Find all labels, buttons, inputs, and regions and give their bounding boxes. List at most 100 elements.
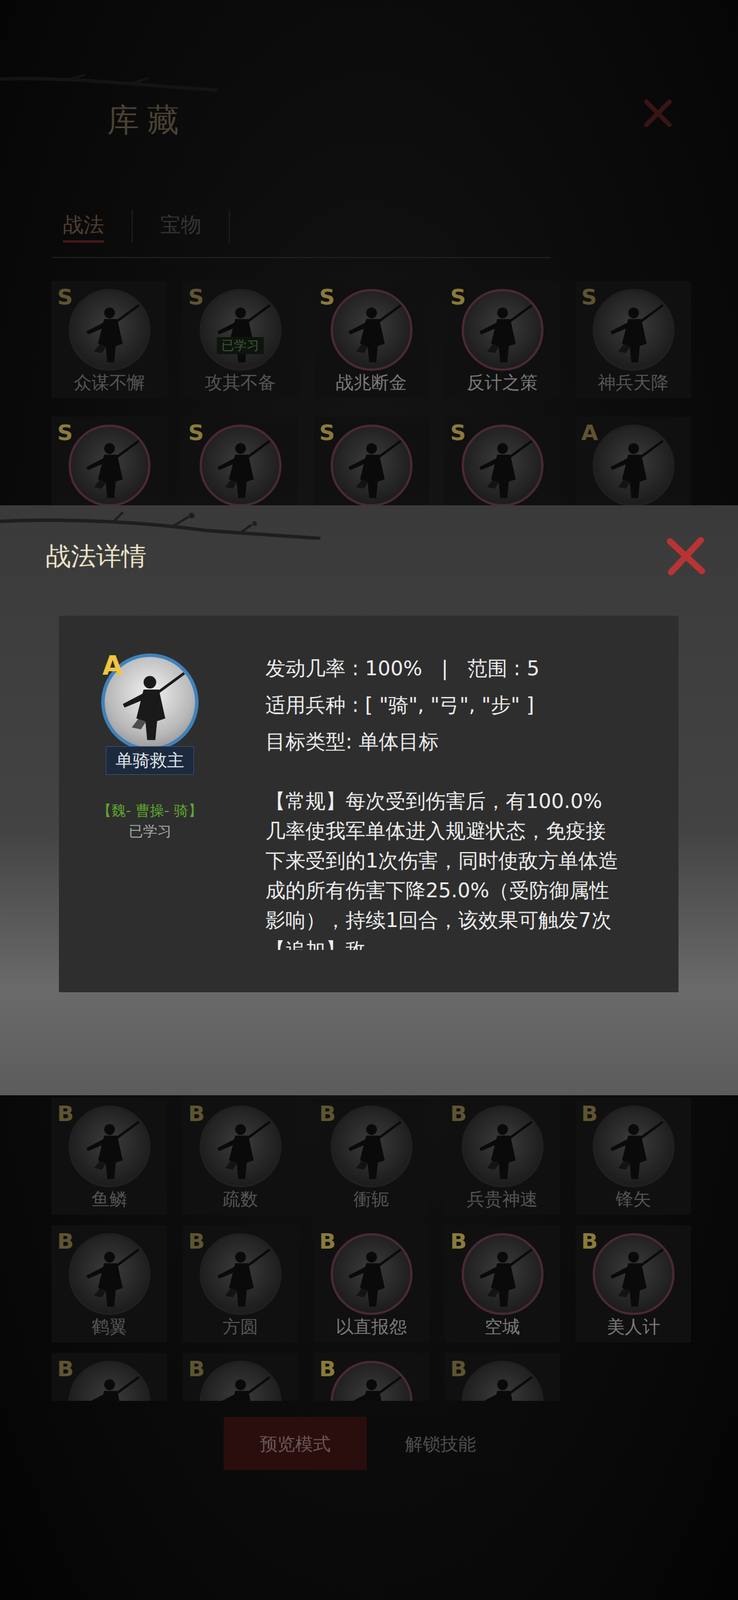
- skill-card[interactable]: B兵贵神速: [444, 1097, 561, 1215]
- skill-portrait: [330, 424, 413, 506]
- skill-name: 鱼鳞: [91, 1187, 128, 1210]
- skill-portrait: [199, 288, 282, 371]
- skill-grade: B: [57, 1100, 74, 1126]
- skill-portrait: [330, 1232, 413, 1315]
- dialog-title: 战法详情: [45, 540, 147, 573]
- skill-name: 美人计: [606, 1314, 661, 1338]
- skill-name: 神兵天降: [597, 370, 669, 394]
- skill-card[interactable]: B美人计: [575, 1224, 692, 1343]
- skill-card[interactable]: B 衝轭: [313, 1097, 430, 1215]
- warrior-icon: [201, 1362, 280, 1401]
- skill-card[interactable]: S众谋不懈: [51, 280, 168, 399]
- warrior-icon: [463, 1235, 542, 1313]
- skill-portrait: [592, 1232, 675, 1315]
- skill-card[interactable]: S 神兵天降: [575, 280, 692, 399]
- skill-card[interactable]: B疏数: [182, 1097, 299, 1215]
- warrior-icon: [201, 291, 280, 369]
- skill-portrait: [592, 288, 675, 371]
- skill-portrait: [330, 288, 413, 371]
- skill-grade: B: [188, 1228, 205, 1254]
- skill-portrait: [592, 424, 675, 506]
- branch-icon: [0, 74, 218, 94]
- skill-name: 以直报怨: [335, 1314, 407, 1338]
- skill-name: 空城: [484, 1314, 521, 1338]
- skill-card[interactable]: S: [313, 416, 430, 506]
- close-icon[interactable]: [663, 533, 709, 579]
- close-icon[interactable]: [641, 97, 674, 130]
- skill-grade: B: [188, 1355, 205, 1382]
- tab[interactable]: 战法: [51, 209, 116, 243]
- learned-badge: 已学习: [216, 336, 264, 355]
- skill-portrait: [68, 288, 151, 371]
- skill-grade: B: [581, 1100, 598, 1126]
- page-title: 库藏: [106, 100, 738, 141]
- skill-grade: S: [450, 419, 466, 446]
- skill-card[interactable]: B 以直报怨: [313, 1224, 430, 1343]
- warrior-icon: [201, 426, 280, 505]
- warrior-icon: [463, 1362, 542, 1401]
- skill-grade: S: [319, 284, 335, 310]
- skill-stat: 目标类型: 单体目标: [265, 726, 621, 757]
- skill-grade: S: [581, 284, 597, 310]
- skill-card[interactable]: B空城: [444, 1224, 561, 1343]
- skill-card[interactable]: B: [313, 1352, 430, 1401]
- button-bar: 预览模式解锁技能: [223, 1416, 515, 1470]
- skill-name: 单骑救主: [105, 746, 194, 775]
- skill-grade: S: [57, 284, 73, 310]
- skill-portrait: [592, 1105, 675, 1188]
- skill-grade: A: [102, 651, 123, 680]
- warrior-icon: [332, 1235, 411, 1313]
- skill-grade: B: [57, 1228, 74, 1254]
- warrior-icon: [70, 426, 149, 505]
- skill-portrait: [199, 1360, 282, 1401]
- skill-card[interactable]: S: [51, 416, 168, 506]
- skill-grade: B: [188, 1100, 205, 1126]
- skill-card[interactable]: B 鱼鳞: [51, 1097, 168, 1215]
- warrior-icon: [201, 1235, 280, 1313]
- skill-name: 鹤翼: [91, 1314, 128, 1338]
- skill-card[interactable]: B: [444, 1352, 561, 1401]
- skill-card[interactable]: S: [444, 416, 561, 506]
- skill-grid: S众谋不懈已学习S攻其不备S战兆断金S反计之策S神兵天降SSSSA: [51, 280, 738, 506]
- skill-card[interactable]: B: [51, 1352, 168, 1401]
- skill-card[interactable]: B方圆: [182, 1224, 299, 1343]
- skill-name: 攻其不备: [204, 370, 276, 394]
- inventory-screen: 库藏战法宝物S众谋不懈已学习S攻其不备S战兆断金S反计之策S神兵天降SSSSA战…: [0, 0, 738, 1600]
- tab-bar: 战法宝物: [51, 209, 738, 243]
- warrior-icon: [201, 1107, 280, 1185]
- skill-portrait: [461, 1360, 544, 1401]
- skill-description: 【常规】每次受到伤害后，有100.0%几率使我军单体进入规避状态，免疫接下来受到…: [265, 786, 621, 950]
- skill-card[interactable]: B锋矢: [575, 1097, 692, 1215]
- skill-grade: S: [188, 419, 204, 446]
- tab[interactable]: 宝物: [148, 209, 213, 243]
- skill-portrait: [330, 1360, 413, 1401]
- skill-card[interactable]: B: [182, 1352, 299, 1401]
- skill-grade: S: [57, 419, 73, 446]
- skill-card[interactable]: B 鹤翼: [51, 1224, 168, 1343]
- skill-grade: B: [319, 1100, 336, 1126]
- skill-owner: 【魏- 曹操- 骑】: [97, 800, 203, 821]
- skill-portrait: [199, 424, 282, 506]
- warrior-icon: [70, 1362, 149, 1401]
- skill-card[interactable]: S战兆断金: [313, 280, 430, 399]
- warrior-icon: [463, 426, 542, 505]
- skill-name: 衝轭: [353, 1187, 390, 1210]
- skill-grade: B: [57, 1355, 74, 1382]
- skill-card[interactable]: A: [575, 416, 692, 506]
- skill-card[interactable]: S: [182, 416, 299, 506]
- detail-panel: A单骑救主【魏- 曹操- 骑】已学习发动几率 : 100% | 范围 : 5适用…: [58, 615, 679, 993]
- divider: [51, 256, 551, 259]
- skill-card[interactable]: S反计之策: [444, 280, 561, 399]
- skill-name: 反计之策: [466, 370, 538, 394]
- skill-grade: A: [581, 419, 598, 446]
- action-button[interactable]: 预览模式: [223, 1416, 367, 1470]
- skill-card[interactable]: 已学习S攻其不备: [182, 280, 299, 399]
- warrior-icon: [463, 291, 542, 369]
- inventory-top: 库藏战法宝物S众谋不懈已学习S攻其不备S战兆断金S反计之策S神兵天降SSSSA: [0, 0, 738, 506]
- warrior-icon: [332, 291, 411, 369]
- skill-grade: B: [319, 1228, 336, 1254]
- warrior-icon: [594, 1107, 673, 1185]
- warrior-icon: [332, 1362, 411, 1401]
- action-button[interactable]: 解锁技能: [366, 1416, 515, 1470]
- warrior-icon: [332, 426, 411, 505]
